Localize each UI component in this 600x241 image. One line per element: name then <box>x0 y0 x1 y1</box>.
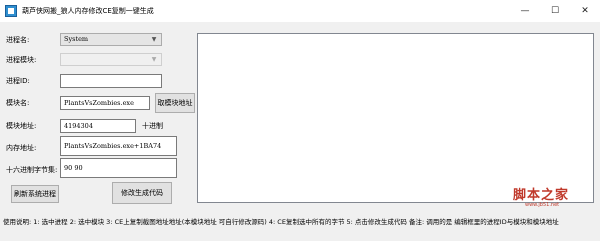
refresh-processes-button[interactable]: 刷新系统进程 <box>11 185 59 203</box>
watermark-logo: 脚本之家 <box>513 188 570 203</box>
app-icon <box>5 5 17 17</box>
module-label: 进程模块: <box>6 56 37 64</box>
maximize-button[interactable]: ☐ <box>540 0 570 22</box>
client-area: 进程名: System ▼ 进程模块: ▼ 进程ID: 模块名: PlantsV… <box>0 22 600 241</box>
code-output-textarea[interactable] <box>197 33 594 203</box>
module-name-label: 模块名: <box>6 99 30 107</box>
module-name-field[interactable]: PlantsVsZombies.exe <box>60 96 150 110</box>
window-controls: — ☐ ✕ <box>510 0 600 22</box>
minimize-button[interactable]: — <box>510 0 540 22</box>
module-address-field[interactable]: 4194304 <box>60 119 136 133</box>
usage-instructions: 使用说明: 1: 选中进程 2: 选中模块 3: CE上复制截图地址地址(本模块… <box>3 218 559 226</box>
memory-address-label: 内存地址: <box>6 144 37 152</box>
close-button[interactable]: ✕ <box>570 0 600 22</box>
hex-bytes-field[interactable]: 90 90 <box>60 158 177 178</box>
hex-bytes-label: 十六进制字节集: <box>6 166 58 174</box>
module-address-label: 模块地址: <box>6 122 37 130</box>
chevron-down-icon: ▼ <box>151 56 157 63</box>
generate-code-button[interactable]: 修改生成代码 <box>112 182 172 204</box>
chevron-down-icon: ▼ <box>151 36 157 43</box>
window-title: 葫芦侠网搬_狼人内存修改CE复制一键生成 <box>22 7 154 15</box>
decimal-label: 十进制 <box>142 122 163 130</box>
title-bar: 葫芦侠网搬_狼人内存修改CE复制一键生成 — ☐ ✕ <box>0 0 600 22</box>
pid-label: 进程ID: <box>6 77 30 85</box>
watermark-url: www.jb51.net <box>525 202 560 208</box>
module-select[interactable]: ▼ <box>60 53 162 66</box>
process-select-value: System <box>64 35 89 43</box>
memory-address-field[interactable]: PlantsVsZombies.exe+1BA74 <box>60 136 177 156</box>
process-label: 进程名: <box>6 36 30 44</box>
get-module-address-button[interactable]: 取模块地址 <box>155 93 195 113</box>
process-select[interactable]: System ▼ <box>60 33 162 46</box>
pid-field[interactable] <box>60 74 162 88</box>
